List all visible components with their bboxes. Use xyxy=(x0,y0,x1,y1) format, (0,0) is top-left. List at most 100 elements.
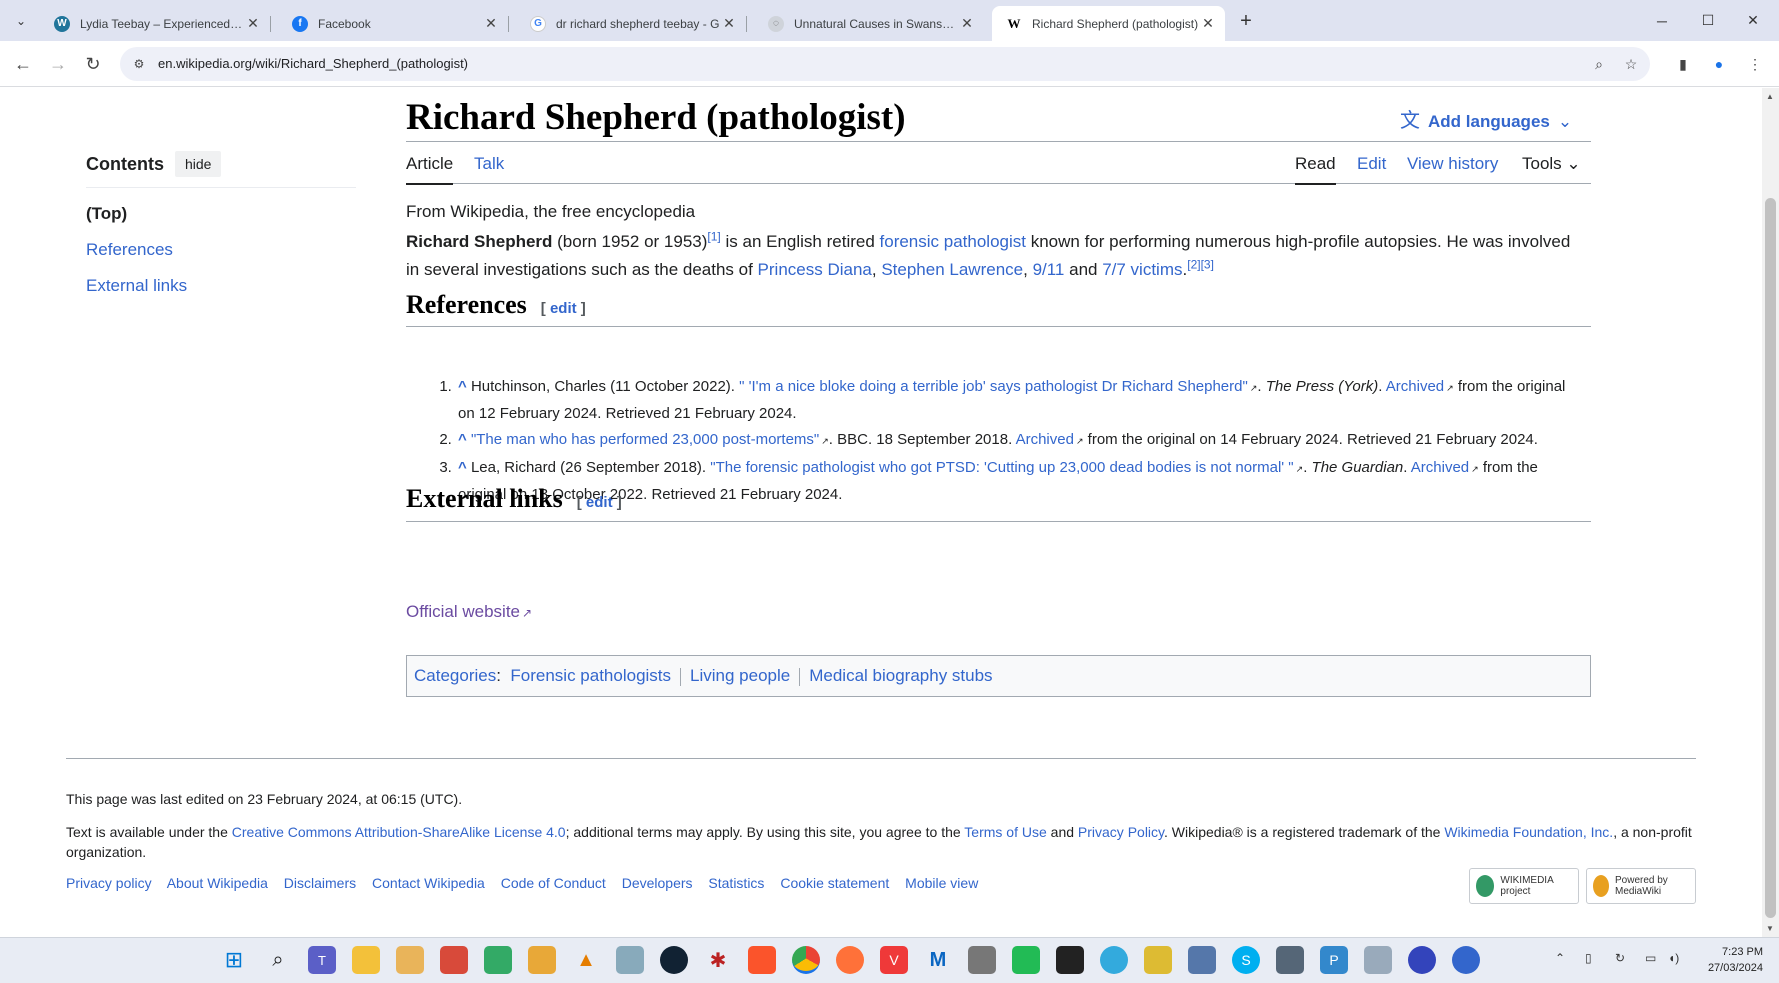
toc-item-references[interactable]: References xyxy=(86,240,173,260)
footer-link[interactable]: Statistics xyxy=(708,875,764,891)
chrome-icon[interactable] xyxy=(792,946,820,974)
archived-link[interactable]: Archived xyxy=(1411,459,1469,476)
network-icon[interactable]: ▭ xyxy=(1645,951,1656,965)
footer-link[interactable]: Code of Conduct xyxy=(501,875,606,891)
app-icon[interactable] xyxy=(1012,946,1040,974)
minimize-button[interactable]: ─ xyxy=(1636,0,1688,41)
reload-button[interactable]: ↻ xyxy=(80,51,106,77)
categories-link[interactable]: Categories xyxy=(414,666,496,685)
close-window-button[interactable]: ✕ xyxy=(1727,0,1779,41)
file-explorer-icon[interactable] xyxy=(352,946,380,974)
ref-title-link[interactable]: " 'I'm a nice bloke doing a terrible job… xyxy=(739,378,1248,395)
tools-menu[interactable]: Tools ⌄ xyxy=(1522,154,1581,183)
scroll-up-icon[interactable]: ▲ xyxy=(1766,92,1774,101)
side-panel-icon[interactable]: ▮ xyxy=(1672,53,1694,75)
app-icon[interactable]: P xyxy=(1320,946,1348,974)
tab-edit[interactable]: Edit xyxy=(1357,154,1386,183)
scrollbar-thumb[interactable] xyxy=(1765,198,1776,918)
wikimedia-badge[interactable]: WIKIMEDIA project xyxy=(1469,868,1579,904)
footer-link[interactable]: Contact Wikipedia xyxy=(372,875,485,891)
link-7-7-victims[interactable]: 7/7 victims xyxy=(1102,260,1182,279)
back-button[interactable]: ← xyxy=(10,51,36,77)
citation-1[interactable]: [1] xyxy=(707,229,720,243)
app-icon[interactable] xyxy=(1100,946,1128,974)
close-icon[interactable]: ✕ xyxy=(958,15,976,33)
vivaldi-icon[interactable]: V xyxy=(880,946,908,974)
edit-section-link[interactable]: [ edit ] xyxy=(541,300,586,317)
malwarebytes-icon[interactable]: M xyxy=(924,946,952,974)
app-icon[interactable] xyxy=(484,946,512,974)
app-icon[interactable] xyxy=(1144,946,1172,974)
close-icon[interactable]: ✕ xyxy=(244,15,262,33)
backlink-caret[interactable]: ^ xyxy=(458,431,467,448)
url-text[interactable]: en.wikipedia.org/wiki/Richard_Shepherd_(… xyxy=(158,56,468,71)
sync-icon[interactable]: ↻ xyxy=(1615,951,1625,965)
app-icon[interactable] xyxy=(1276,946,1304,974)
zoom-icon[interactable]: ⌕ xyxy=(1590,55,1608,73)
ref-title-link[interactable]: "The man who has performed 23,000 post-m… xyxy=(471,431,819,448)
footer-link[interactable]: Privacy policy xyxy=(66,875,152,891)
add-languages-button[interactable]: 文 Add languages ⌄ xyxy=(1400,104,1572,133)
volume-icon[interactable]: ◖) xyxy=(1668,951,1679,965)
tab-facebook[interactable]: f Facebook ✕ xyxy=(278,6,509,41)
toc-item-top[interactable]: (Top) xyxy=(86,204,127,224)
app-icon[interactable] xyxy=(660,946,688,974)
brave-icon[interactable] xyxy=(748,946,776,974)
app-icon[interactable] xyxy=(1188,946,1216,974)
calculator-icon[interactable] xyxy=(1364,946,1392,974)
bookmark-star-icon[interactable]: ☆ xyxy=(1622,55,1640,73)
close-icon[interactable]: ✕ xyxy=(720,15,738,33)
profile-icon[interactable]: ● xyxy=(1708,53,1730,75)
tab-unnatural-causes[interactable]: ◌ Unnatural Causes in Swansea – ✕ xyxy=(754,6,984,41)
site-info-icon[interactable]: ⚙ xyxy=(130,55,148,73)
tab-search-icon[interactable]: ⌄ xyxy=(10,10,32,32)
category-link[interactable]: Living people xyxy=(690,666,790,685)
close-icon[interactable]: ✕ xyxy=(1199,15,1217,33)
footer-link[interactable]: About Wikipedia xyxy=(167,875,268,891)
firefox-icon[interactable] xyxy=(836,946,864,974)
edit-section-link[interactable]: [ edit ] xyxy=(577,494,622,511)
official-website-link[interactable]: Official website ↗ xyxy=(406,602,532,622)
archived-link[interactable]: Archived xyxy=(1016,431,1074,448)
backlink-caret[interactable]: ^ xyxy=(458,459,467,476)
app-icon[interactable] xyxy=(528,946,556,974)
skype-icon[interactable]: S xyxy=(1232,946,1260,974)
link-9-11[interactable]: 9/11 xyxy=(1033,260,1065,279)
app-icon[interactable]: ✱ xyxy=(704,946,732,974)
app-icon[interactable] xyxy=(968,946,996,974)
battery-icon[interactable]: ▯ xyxy=(1585,951,1592,965)
footer-link[interactable]: Disclaimers xyxy=(284,875,356,891)
app-icon[interactable] xyxy=(440,946,468,974)
category-link[interactable]: Medical biography stubs xyxy=(809,666,992,685)
tab-article[interactable]: Article xyxy=(406,154,454,185)
mediawiki-badge[interactable]: Powered by MediaWiki xyxy=(1586,868,1696,904)
tab-view-history[interactable]: View history xyxy=(1407,154,1498,183)
edit-link[interactable]: edit xyxy=(586,494,613,511)
tray-overflow-icon[interactable]: ⌃ xyxy=(1555,951,1565,965)
close-icon[interactable]: ✕ xyxy=(482,15,500,33)
footer-link[interactable]: Mobile view xyxy=(905,875,978,891)
teams-icon[interactable]: T xyxy=(308,946,336,974)
tab-richard-shepherd[interactable]: W Richard Shepherd (pathologist) ✕ xyxy=(992,6,1225,41)
link-forensic-pathologist[interactable]: forensic pathologist xyxy=(880,232,1026,251)
toc-hide-button[interactable]: hide xyxy=(175,151,222,177)
backlink-caret[interactable]: ^ xyxy=(458,378,467,395)
address-bar[interactable]: ⚙ en.wikipedia.org/wiki/Richard_Shepherd… xyxy=(120,47,1650,81)
taskbar-clock[interactable]: 7:23 PM 27/03/2024 xyxy=(1708,944,1763,976)
app-icon[interactable] xyxy=(1056,946,1084,974)
scrollbar[interactable]: ▲ ▼ xyxy=(1762,88,1779,937)
license-link[interactable]: Creative Commons Attribution-ShareAlike … xyxy=(232,824,566,840)
citation-3[interactable]: [3] xyxy=(1201,257,1214,271)
new-tab-button[interactable]: + xyxy=(1234,11,1258,33)
edit-link[interactable]: edit xyxy=(550,300,577,317)
app-icon[interactable] xyxy=(616,946,644,974)
search-icon[interactable]: ⌕ xyxy=(264,946,292,974)
link-stephen-lawrence[interactable]: Stephen Lawrence xyxy=(881,260,1023,279)
tab-google-search[interactable]: G dr richard shepherd teebay - G ✕ xyxy=(516,6,747,41)
link-princess-diana[interactable]: Princess Diana xyxy=(758,260,872,279)
tab-lydia-teebay[interactable]: W Lydia Teebay – Experienced Lea ✕ xyxy=(40,6,271,41)
archived-link[interactable]: Archived xyxy=(1386,378,1444,395)
start-windows-icon[interactable]: ⊞ xyxy=(220,946,248,974)
app-icon[interactable] xyxy=(396,946,424,974)
foundation-link[interactable]: Wikimedia Foundation, Inc. xyxy=(1444,824,1613,840)
